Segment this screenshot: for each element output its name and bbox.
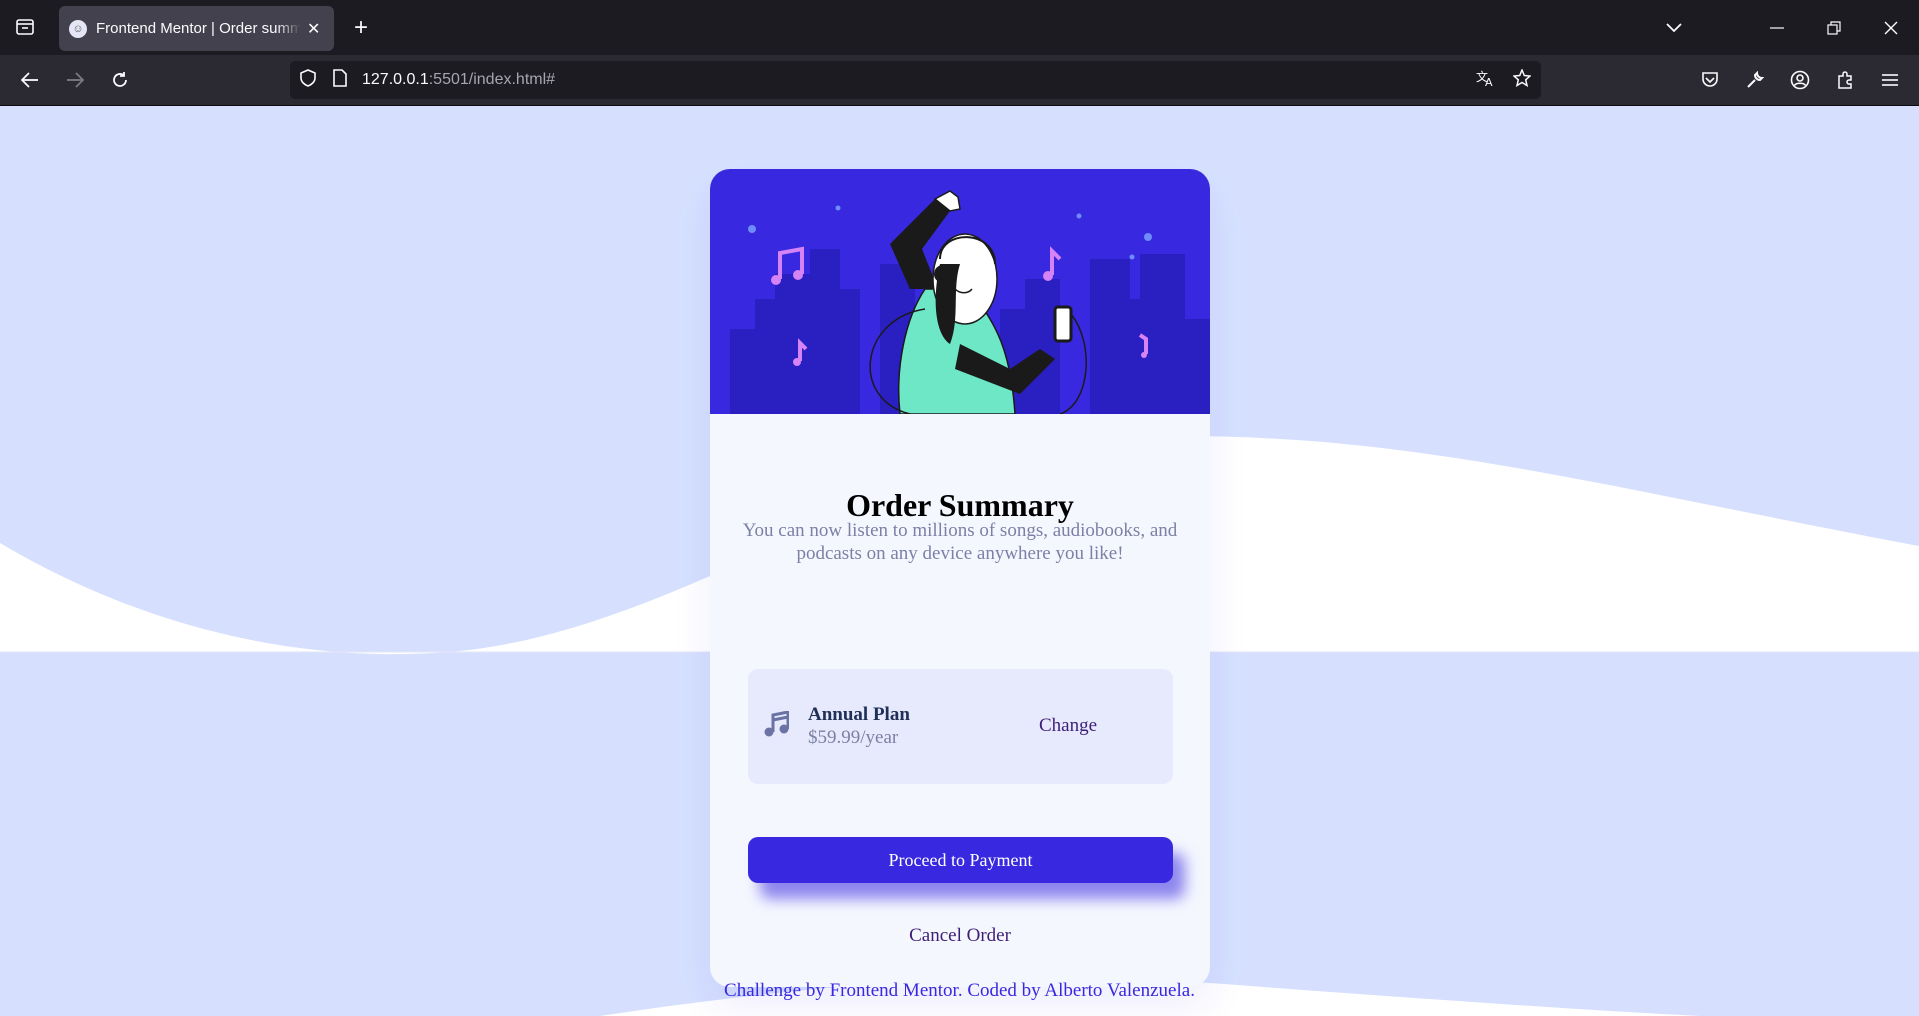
hero-illustration [710,169,1210,414]
menu-icon[interactable] [1870,60,1910,100]
firefox-view-icon[interactable] [5,7,45,47]
bookmark-star-icon[interactable] [1512,67,1532,92]
frontend-mentor-link[interactable]: Frontend Mentor [830,980,958,1001]
back-icon[interactable] [10,60,50,100]
url-text[interactable]: 127.0.0.1:5501/index.html# [362,71,555,89]
svg-text:A: A [1485,76,1493,87]
account-icon[interactable] [1780,60,1820,100]
tab-close-icon[interactable]: ✕ [307,19,320,39]
plan-name: Annual Plan [808,704,910,725]
navigation-toolbar: 127.0.0.1:5501/index.html# 文A [0,55,1919,106]
list-tabs-icon[interactable] [1654,8,1694,48]
url-bar[interactable]: 127.0.0.1:5501/index.html# 文A [290,61,1541,99]
author-link[interactable]: Alberto Valenzuela [1044,980,1190,1001]
attribution-prefix: Challenge by [724,980,830,1001]
tab-title: Frontend Mentor | Order summary card [96,20,301,37]
pocket-icon[interactable] [1690,60,1730,100]
wrench-icon[interactable] [1735,60,1775,100]
plan-price: $59.99/year [808,727,899,748]
tab-bar: ☺ Frontend Mentor | Order summary card ✕… [0,0,1919,55]
page-icon[interactable] [330,68,350,92]
shield-icon[interactable] [298,68,318,92]
translate-icon[interactable]: 文A [1476,69,1496,92]
attribution: Challenge by Frontend Mentor. Coded by A… [0,980,1919,1002]
extensions-icon[interactable] [1825,60,1865,100]
card-description: You can now listen to millions of songs,… [742,520,1178,564]
favicon-icon: ☺ [69,19,87,38]
reload-icon[interactable] [100,60,140,100]
change-plan-link[interactable]: Change [1039,715,1097,737]
close-window-icon[interactable] [1871,8,1911,48]
minimize-icon[interactable] [1757,8,1797,48]
order-summary-card: Order Summary You can now listen to mill… [710,169,1210,987]
cancel-order-link[interactable]: Cancel Order [710,925,1210,947]
url-host: 127.0.0.1 [362,71,429,88]
restore-icon[interactable] [1814,8,1854,48]
tab-active[interactable]: ☺ Frontend Mentor | Order summary card ✕ [59,6,334,51]
proceed-to-payment-button[interactable]: Proceed to Payment [748,837,1173,883]
music-note-icon [764,711,789,737]
attribution-middle: . Coded by [957,980,1045,1001]
forward-icon[interactable] [55,60,95,100]
plan-box: Annual Plan $59.99/year Change [748,669,1173,784]
attribution-suffix: . [1190,980,1195,1001]
new-tab-icon[interactable]: + [341,8,381,48]
page-viewport: Order Summary You can now listen to mill… [0,106,1919,1016]
url-path: :5501/index.html# [428,71,556,88]
